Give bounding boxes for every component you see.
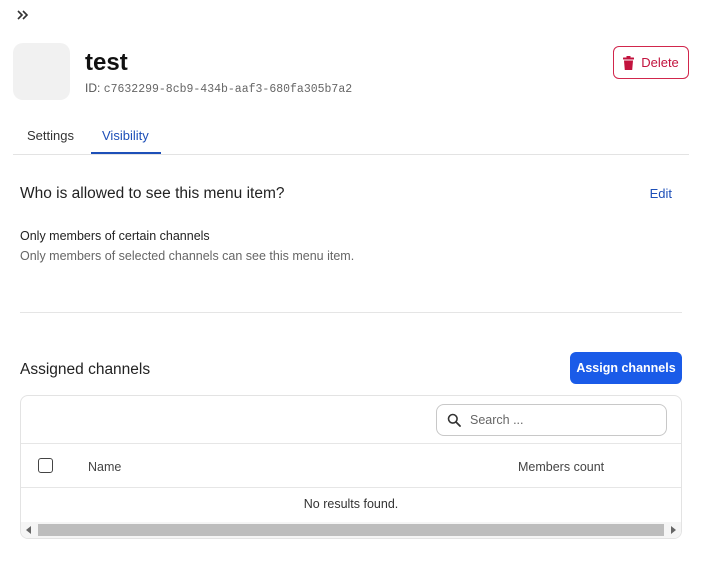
active-tab-indicator [91, 152, 161, 154]
edit-visibility-link[interactable]: Edit [650, 186, 672, 201]
scroll-right-arrow-icon[interactable] [671, 526, 676, 534]
scrollbar-thumb[interactable] [38, 524, 664, 536]
tab-bar: Settings Visibility [13, 118, 689, 155]
search-icon [447, 413, 461, 427]
assign-channels-button[interactable]: Assign channels [570, 352, 682, 384]
search-box [436, 404, 667, 436]
scroll-left-arrow-icon[interactable] [26, 526, 31, 534]
table-header: Name Members count [21, 443, 681, 488]
tab-settings[interactable]: Settings [27, 128, 74, 143]
visibility-option-title: Only members of certain channels [20, 229, 210, 243]
id-value: c7632299-8cb9-434b-aaf3-680fa305b7a2 [103, 83, 353, 96]
delete-button[interactable]: Delete [613, 46, 689, 79]
visibility-question: Who is allowed to see this menu item? [20, 185, 285, 202]
channels-table: Name Members count No results found. [20, 395, 682, 539]
trash-icon [623, 55, 635, 70]
empty-state-text: No results found. [303, 497, 399, 511]
section-divider [20, 312, 682, 313]
id-label: ID: [85, 81, 101, 95]
column-header-members-count[interactable]: Members count [518, 460, 604, 474]
search-input[interactable] [470, 413, 650, 427]
column-header-name[interactable]: Name [88, 460, 121, 474]
horizontal-scrollbar[interactable] [21, 522, 681, 538]
visibility-option-description: Only members of selected channels can se… [20, 249, 355, 263]
expand-sidebar-button[interactable] [12, 5, 34, 25]
page-title: test [85, 49, 128, 76]
select-all-checkbox[interactable] [38, 458, 53, 473]
avatar [13, 43, 70, 100]
delete-label: Delete [641, 55, 679, 70]
id-line: ID: c7632299-8cb9-434b-aaf3-680fa305b7a2 [85, 81, 352, 96]
double-chevron-right-icon [17, 10, 29, 20]
page-header: test ID: c7632299-8cb9-434b-aaf3-680fa30… [13, 43, 689, 101]
tab-visibility[interactable]: Visibility [102, 128, 149, 143]
assigned-channels-title: Assigned channels [20, 361, 151, 378]
